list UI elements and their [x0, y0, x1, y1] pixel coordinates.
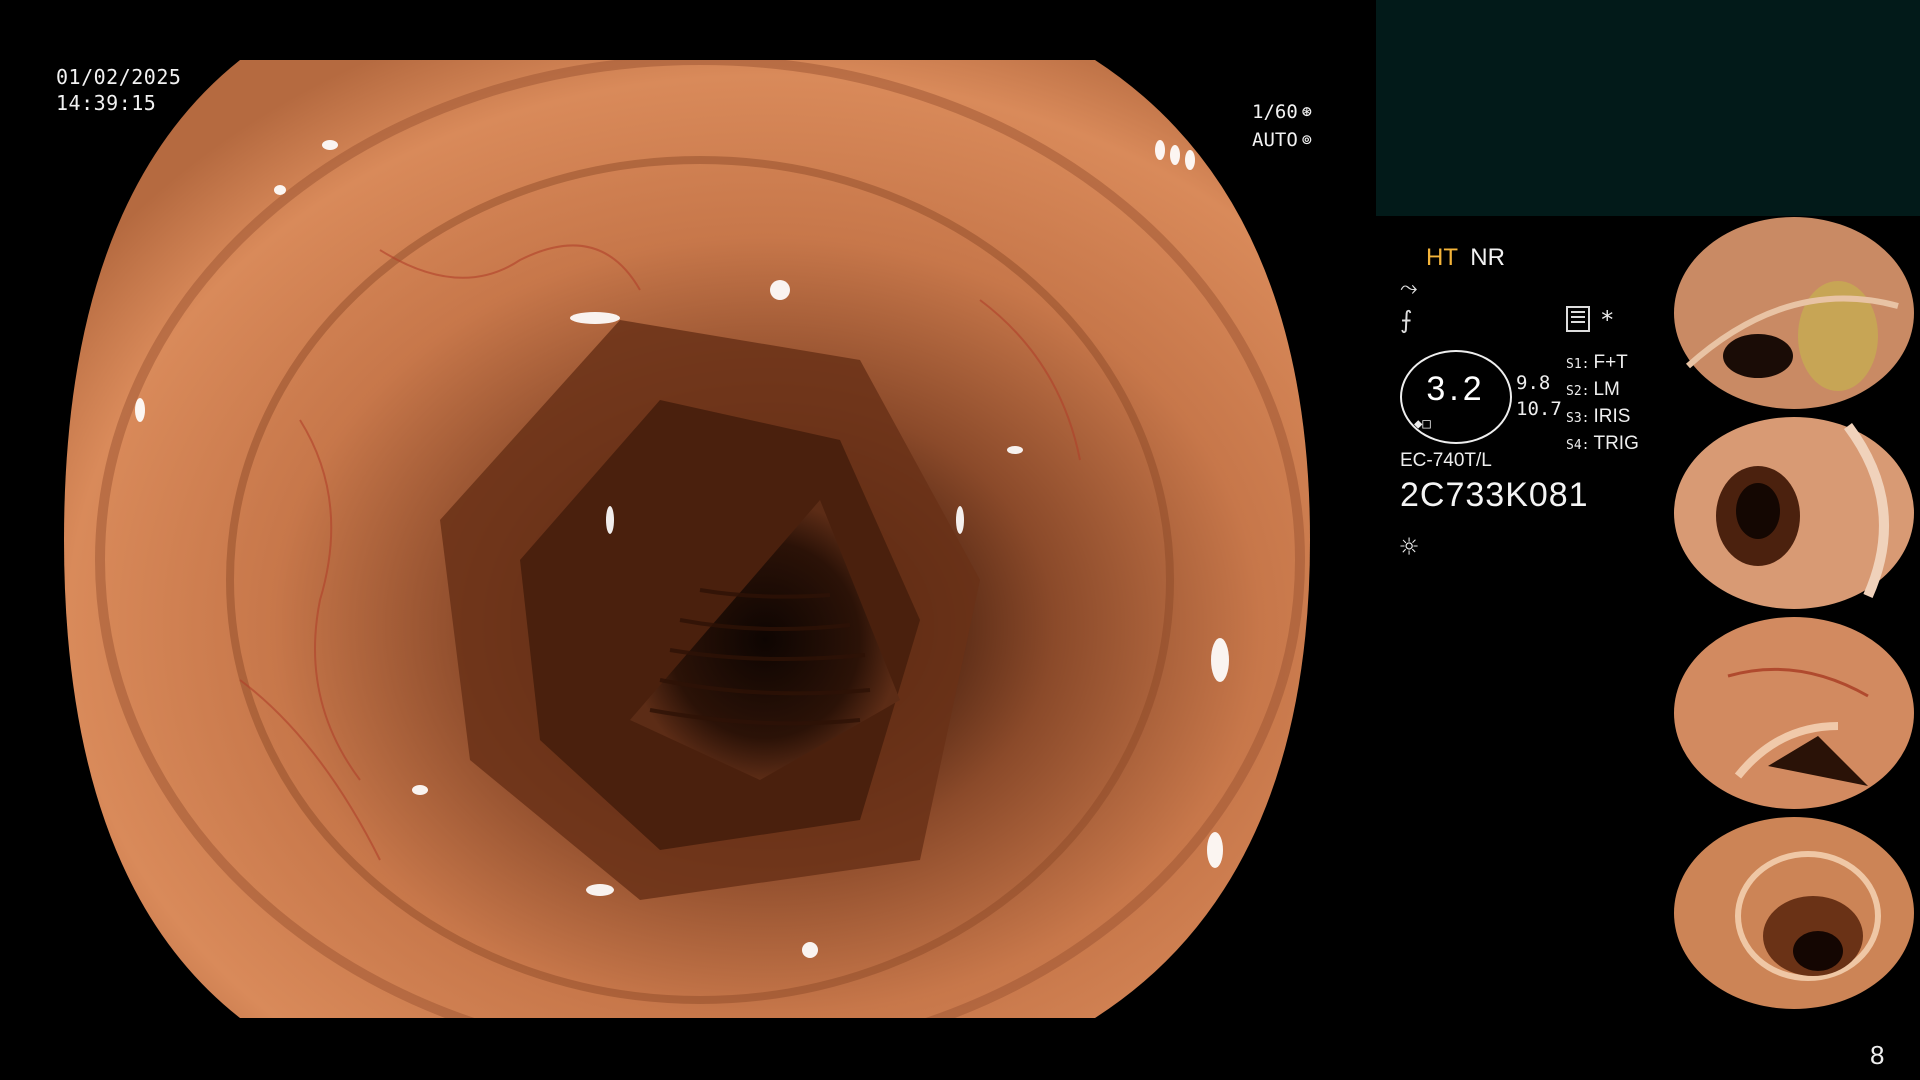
- switch-setting-row: S2: LM: [1566, 379, 1620, 400]
- gauge-side-value-1: 9.8: [1516, 372, 1551, 394]
- aperture-icon: ⊚: [1301, 130, 1313, 150]
- switch-setting-row: S4: TRIG: [1566, 433, 1639, 454]
- gauge-side-value-2: 10.7: [1516, 398, 1562, 420]
- switch-setting-row: S3: IRIS: [1566, 406, 1631, 427]
- scope-model: EC-740T/L: [1400, 450, 1492, 471]
- shutter-icon: ⊛: [1301, 102, 1313, 122]
- top-info-panel: [1376, 0, 1920, 216]
- mode-ht-label: HT: [1426, 244, 1458, 271]
- function-icon: ⨍: [1400, 306, 1413, 334]
- exposure-mode-text: AUTO: [1252, 129, 1298, 151]
- capture-thumbnail[interactable]: [1668, 616, 1920, 810]
- capture-thumbnail[interactable]: [1668, 216, 1920, 410]
- switch-settings: S1: F+T S2: LM S3: IRIS S4: TRIG: [1566, 350, 1639, 458]
- processing-mode-indicator: HT NR: [1426, 244, 1505, 272]
- colon-lumen-image: [64, 60, 1310, 1018]
- tone-curve-icon: ⤳: [1400, 276, 1418, 301]
- list-icon: [1566, 306, 1590, 332]
- pen-icon: ◆□: [1414, 416, 1431, 432]
- shutter-speed-text: 1/60: [1252, 101, 1298, 123]
- capture-thumbnail-strip: [1668, 216, 1920, 1016]
- endoscope-main-view: [0, 0, 1370, 1080]
- time-text: 14:39:15: [56, 91, 157, 115]
- capture-thumbnail[interactable]: [1668, 416, 1920, 610]
- gauge-value: 3.2: [1426, 370, 1486, 408]
- capture-thumbnail[interactable]: [1668, 816, 1920, 1010]
- brightness-icon: ☼: [1400, 530, 1419, 565]
- switch-setting-row: S1: F+T: [1566, 352, 1628, 373]
- mode-nr-label: NR: [1470, 244, 1505, 271]
- zoom-gauge: 3.2 ◆□: [1400, 350, 1512, 444]
- asterisk-indicator: *: [1600, 306, 1615, 334]
- datetime-display: 01/02/2025 14:39:15: [56, 64, 181, 116]
- shutter-info: 1/60 ⊛ AUTO ⊚: [1252, 98, 1312, 154]
- date-text: 01/02/2025: [56, 65, 182, 89]
- scope-serial: 2C733K081: [1400, 476, 1589, 514]
- page-number: 8: [1870, 1040, 1885, 1070]
- gauge-side-values: 9.8 10.7: [1516, 370, 1562, 422]
